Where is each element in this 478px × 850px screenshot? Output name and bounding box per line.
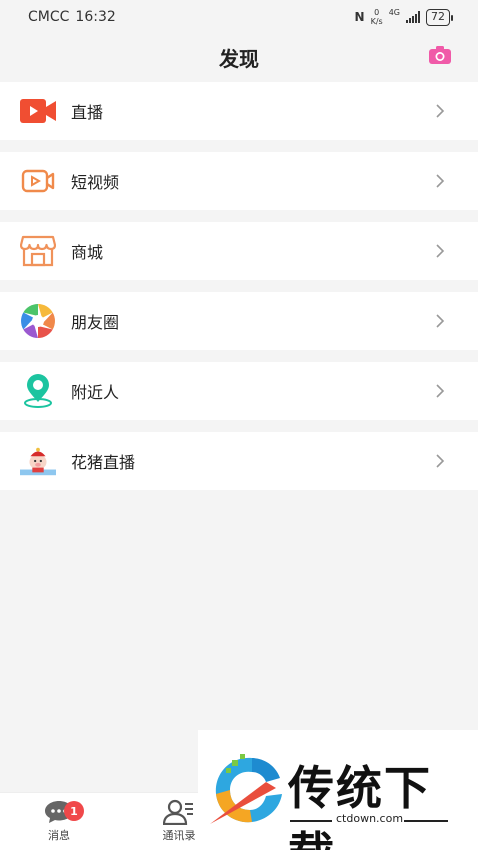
- chevron-right-icon: [436, 104, 445, 118]
- battery-level: 72: [431, 10, 445, 23]
- huazhu-live-icon: [20, 443, 56, 479]
- watermark-overlay: 传统下载 ctdown.com: [198, 730, 478, 850]
- ctdown-logo-icon: [210, 754, 282, 824]
- contacts-icon: [163, 799, 193, 825]
- chevron-right-icon: [436, 384, 445, 398]
- watermark-url: ctdown.com: [336, 812, 404, 825]
- watermark-divider-left: [290, 820, 332, 822]
- menu-label-live: 直播: [71, 103, 104, 122]
- chevron-right-icon: [436, 244, 445, 258]
- speed-unit: K/s: [370, 17, 383, 26]
- menu-label-huazhu-live: 花猪直播: [71, 453, 136, 472]
- menu-item-nearby[interactable]: 附近人: [0, 362, 478, 420]
- nav-tab-messages[interactable]: 1 消息: [24, 799, 94, 843]
- chevron-right-icon: [436, 454, 445, 468]
- time-label: 16:32: [75, 9, 116, 25]
- menu-item-huazhu-live[interactable]: 花猪直播: [0, 432, 478, 490]
- page-header: 发现: [0, 34, 478, 80]
- page-title: 发现: [219, 46, 259, 71]
- menu-item-store[interactable]: 商城: [0, 222, 478, 280]
- moments-icon: [20, 303, 56, 339]
- store-icon: [20, 233, 56, 269]
- nav-label-messages: 消息: [48, 829, 70, 842]
- menu-label-moments: 朋友圈: [71, 313, 120, 332]
- menu-label-nearby: 附近人: [71, 383, 120, 402]
- live-video-icon: [20, 93, 56, 129]
- menu-label-store: 商城: [71, 243, 104, 262]
- carrier-label: CMCC: [28, 9, 70, 25]
- watermark-title: 传统下载: [288, 761, 432, 850]
- signal-icon: [406, 11, 420, 23]
- short-video-icon: [20, 163, 56, 199]
- status-bar: CMCC 16:32 N 0 K/s 4G 72: [0, 0, 478, 34]
- chevron-right-icon: [436, 314, 445, 328]
- menu-item-moments[interactable]: 朋友圈: [0, 292, 478, 350]
- nearby-location-icon: [20, 373, 56, 409]
- camera-icon[interactable]: [428, 44, 452, 66]
- battery-icon: 72: [426, 8, 453, 26]
- nfc-icon: N: [354, 10, 365, 24]
- menu-item-live[interactable]: 直播: [0, 82, 478, 140]
- discover-menu: 直播 短视频 商城 朋友圈 附近人 花猪直播: [0, 82, 478, 502]
- unread-badge: 1: [64, 801, 84, 821]
- nav-label-contacts: 通讯录: [162, 829, 196, 842]
- speed-value: 0: [374, 8, 380, 17]
- menu-item-short-video[interactable]: 短视频: [0, 152, 478, 210]
- watermark-divider-right: [404, 820, 448, 822]
- network-label: 4G: [388, 8, 400, 17]
- chevron-right-icon: [436, 174, 445, 188]
- menu-label-short-video: 短视频: [71, 173, 120, 192]
